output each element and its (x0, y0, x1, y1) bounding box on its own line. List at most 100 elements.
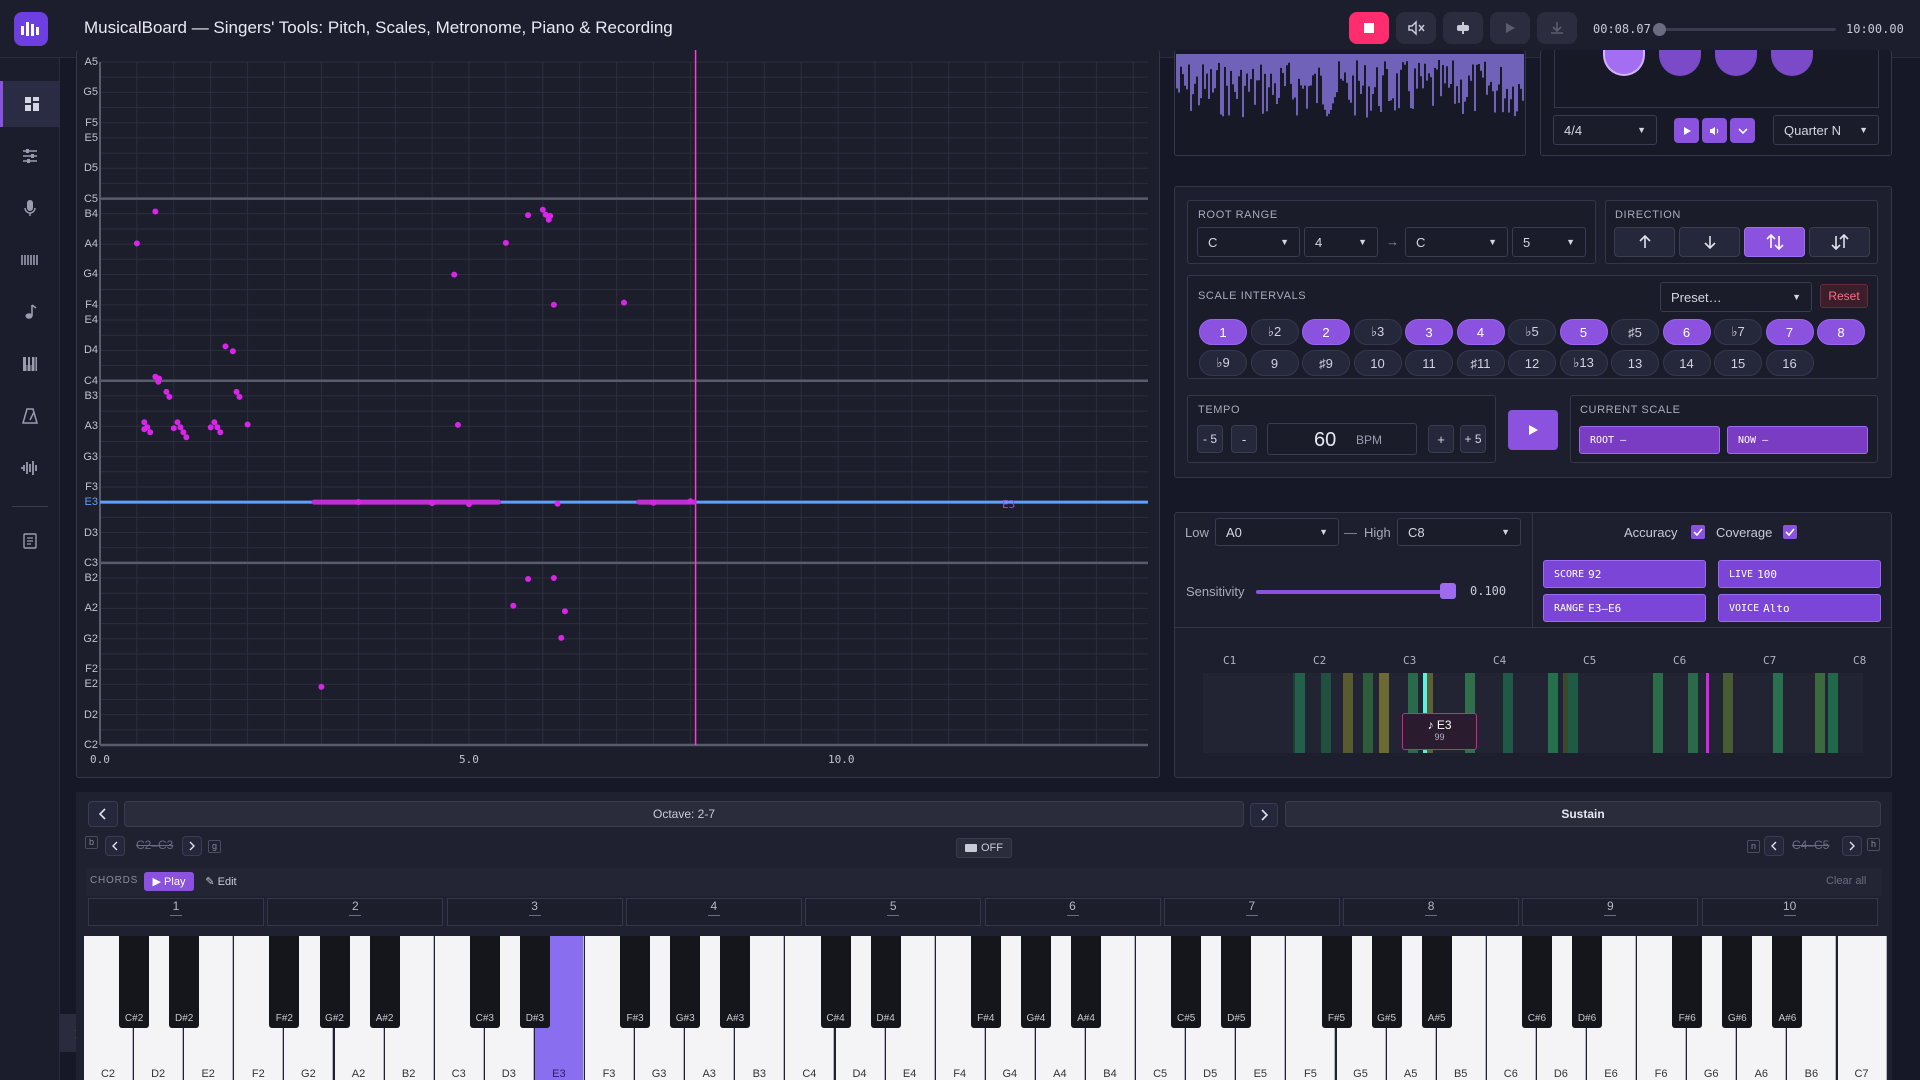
clear-chords-button[interactable]: Clear all (1826, 875, 1866, 887)
sustain-toggle[interactable]: Sustain (1285, 801, 1881, 827)
interval-pill-13[interactable]: 8 (1817, 319, 1865, 345)
mute-button[interactable] (1396, 12, 1436, 44)
left-range-next-button[interactable] (182, 836, 202, 856)
low-note-select[interactable]: A0 ▼ (1215, 518, 1339, 546)
piano-key-A#4[interactable]: A#4 (1071, 936, 1101, 1028)
right-range-next-button[interactable] (1842, 836, 1862, 856)
octave-display[interactable]: Octave: 2-7 (124, 801, 1244, 827)
piano-key-A#6[interactable]: A#6 (1772, 936, 1802, 1028)
tempo-field[interactable]: 60 BPM (1267, 423, 1417, 455)
root-to-octave-select[interactable]: 5 ▼ (1512, 227, 1586, 257)
piano-key-G#3[interactable]: G#3 (670, 936, 700, 1028)
download-button[interactable] (1537, 12, 1577, 44)
piano-key-G#4[interactable]: G#4 (1021, 936, 1051, 1028)
scale-play-button[interactable] (1508, 410, 1558, 450)
piano-key-D#6[interactable]: D#6 (1572, 936, 1602, 1028)
accuracy-checkbox[interactable] (1691, 525, 1705, 539)
chord-slot-4[interactable]: 4 (626, 898, 802, 926)
coverage-checkbox[interactable] (1783, 525, 1797, 539)
interval-pill-ext-5[interactable]: 11 (1405, 350, 1453, 376)
pitch-chart[interactable] (0, 50, 1160, 778)
piano-key-F#4[interactable]: F#4 (971, 936, 1001, 1028)
high-note-select[interactable]: C8 ▼ (1397, 518, 1521, 546)
piano-key-A#5[interactable]: A#5 (1422, 936, 1452, 1028)
piano-key-G#2[interactable]: G#2 (320, 936, 350, 1028)
direction-down-up-button[interactable] (1809, 227, 1870, 257)
piano-key-A#2[interactable]: A#2 (370, 936, 400, 1028)
interval-pill-4[interactable]: ♭3 (1354, 319, 1402, 345)
subdivision-select[interactable]: Quarter N ▼ (1773, 115, 1879, 145)
piano-key-C#6[interactable]: C#6 (1522, 936, 1552, 1028)
piano-key-A#3[interactable]: A#3 (720, 936, 750, 1028)
interval-pill-ext-2[interactable]: 9 (1251, 350, 1299, 376)
direction-down-button[interactable] (1679, 227, 1740, 257)
keyboard-input-toggle[interactable]: OFF (956, 838, 1012, 858)
chord-slot-9[interactable]: 9 (1522, 898, 1698, 926)
tempo-plus-5-button[interactable]: + 5 (1460, 425, 1486, 453)
tempo-plus-button[interactable]: + (1428, 425, 1454, 453)
chords-edit-button[interactable]: ✎ Edit (198, 872, 244, 891)
interval-pill-ext-12[interactable]: 16 (1766, 350, 1814, 376)
piano-key-F#6[interactable]: F#6 (1672, 936, 1702, 1028)
piano-key-F#3[interactable]: F#3 (620, 936, 650, 1028)
interval-pill-3[interactable]: 2 (1302, 319, 1350, 345)
piano-key-C#3[interactable]: C#3 (470, 936, 500, 1028)
trim-button[interactable] (1443, 12, 1483, 44)
piano-key-D#2[interactable]: D#2 (169, 936, 199, 1028)
chord-slot-2[interactable]: 2 (267, 898, 443, 926)
play-recording-button[interactable] (1490, 12, 1530, 44)
metronome-sound-button[interactable] (1702, 118, 1727, 143)
interval-pill-ext-8[interactable]: ♭13 (1560, 350, 1608, 376)
interval-pill-ext-3[interactable]: ♯9 (1302, 350, 1350, 376)
transport-seekbar[interactable] (1653, 28, 1836, 31)
octave-next-button[interactable] (1250, 803, 1278, 827)
interval-pill-1[interactable]: 1 (1199, 319, 1247, 345)
piano-key-F#2[interactable]: F#2 (269, 936, 299, 1028)
piano-key-C#2[interactable]: C#2 (119, 936, 149, 1028)
interval-pill-11[interactable]: ♭7 (1714, 319, 1762, 345)
chord-slot-6[interactable]: 6 (985, 898, 1161, 926)
chords-play-button[interactable]: ▶ Play (144, 872, 194, 891)
piano-key-G#5[interactable]: G#5 (1372, 936, 1402, 1028)
chord-slot-1[interactable]: 1 (88, 898, 264, 926)
interval-pill-8[interactable]: 5 (1560, 319, 1608, 345)
sensitivity-thumb[interactable] (1440, 583, 1456, 599)
interval-pill-ext-1[interactable]: ♭9 (1199, 350, 1247, 376)
preset-select[interactable]: Preset… ▼ (1660, 282, 1812, 312)
interval-pill-2[interactable]: ♭2 (1251, 319, 1299, 345)
root-to-note-select[interactable]: C ▼ (1405, 227, 1508, 257)
left-range-prev-button[interactable] (105, 836, 125, 856)
piano-key-C7[interactable]: C7 (1838, 936, 1887, 1080)
piano-key-C#4[interactable]: C#4 (821, 936, 851, 1028)
interval-pill-ext-7[interactable]: 12 (1508, 350, 1556, 376)
interval-pill-5[interactable]: 3 (1405, 319, 1453, 345)
metronome-play-button[interactable] (1674, 118, 1699, 143)
tempo-minus-button[interactable]: - (1231, 425, 1257, 453)
chord-slot-3[interactable]: 3 (447, 898, 623, 926)
reset-intervals-button[interactable]: Reset (1820, 284, 1868, 308)
interval-pill-12[interactable]: 7 (1766, 319, 1814, 345)
interval-pill-ext-6[interactable]: ♯11 (1457, 350, 1505, 376)
metronome-options-button[interactable] (1730, 118, 1755, 143)
piano-key-D#4[interactable]: D#4 (871, 936, 901, 1028)
direction-up-down-button[interactable] (1744, 227, 1805, 257)
stop-record-button[interactable] (1349, 12, 1389, 44)
direction-up-button[interactable] (1614, 227, 1675, 257)
interval-pill-10[interactable]: 6 (1663, 319, 1711, 345)
piano-key-G#6[interactable]: G#6 (1722, 936, 1752, 1028)
time-signature-select[interactable]: 4/4 ▼ (1553, 115, 1657, 145)
interval-pill-7[interactable]: ♭5 (1508, 319, 1556, 345)
sensitivity-slider[interactable] (1256, 590, 1456, 594)
tempo-minus-5-button[interactable]: - 5 (1197, 425, 1223, 453)
interval-pill-ext-10[interactable]: 14 (1663, 350, 1711, 376)
chord-slot-8[interactable]: 8 (1343, 898, 1519, 926)
interval-pill-ext-4[interactable]: 10 (1354, 350, 1402, 376)
right-range-prev-button[interactable] (1764, 836, 1784, 856)
root-from-octave-select[interactable]: 4 ▼ (1304, 227, 1378, 257)
interval-pill-ext-11[interactable]: 15 (1714, 350, 1762, 376)
chord-slot-10[interactable]: 10 (1702, 898, 1878, 926)
interval-pill-9[interactable]: ♯5 (1611, 319, 1659, 345)
interval-pill-ext-9[interactable]: 13 (1611, 350, 1659, 376)
piano-key-D#5[interactable]: D#5 (1221, 936, 1251, 1028)
piano-key-F#5[interactable]: F#5 (1322, 936, 1352, 1028)
